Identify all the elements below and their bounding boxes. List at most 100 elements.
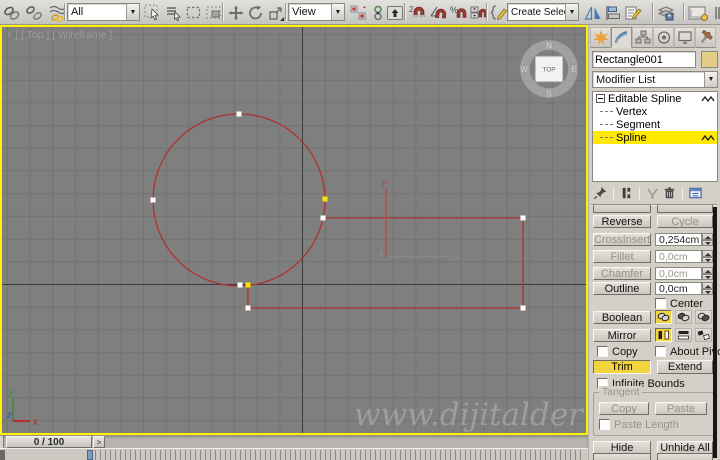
tab-motion[interactable]: [653, 27, 674, 48]
tab-modify[interactable]: [611, 27, 632, 48]
clipped-button[interactable]: [657, 205, 713, 213]
crossinsert-button[interactable]: CrossInsert: [593, 233, 651, 246]
mirror-button[interactable]: Mirror: [593, 329, 651, 342]
boolean-union-toggle[interactable]: [655, 310, 672, 324]
window-crossing-icon[interactable]: [204, 3, 223, 22]
spinner-down-button[interactable]: [702, 273, 713, 280]
compass-w-label[interactable]: W: [520, 65, 528, 74]
make-unique-icon[interactable]: [644, 186, 661, 201]
outline-value-field[interactable]: 0,0cm: [655, 282, 702, 295]
tab-display[interactable]: [674, 27, 695, 48]
select-and-rotate-icon[interactable]: [246, 3, 265, 22]
object-color-swatch[interactable]: [701, 51, 718, 68]
rectangular-selection-region-icon[interactable]: [184, 3, 203, 22]
vertex-handle-selected[interactable]: [322, 196, 328, 202]
about-pivot-checkbox[interactable]: [655, 346, 666, 357]
show-end-result-icon[interactable]: [618, 186, 635, 201]
curve-editor-icon[interactable]: [687, 3, 711, 22]
vertex-handle[interactable]: [320, 215, 326, 221]
spinner-down-button[interactable]: [702, 288, 713, 295]
pin-stack-icon[interactable]: [592, 186, 609, 201]
viewcube[interactable]: N E S W TOP: [518, 38, 580, 100]
remove-modifier-icon[interactable]: [661, 186, 678, 201]
center-checkbox[interactable]: [655, 298, 666, 309]
unlink-selection-icon[interactable]: [24, 3, 43, 22]
selection-filter-dropdown[interactable]: All ▼: [67, 3, 140, 21]
select-and-move-icon[interactable]: [226, 3, 245, 22]
vertex-handle[interactable]: [520, 215, 526, 221]
angle-snap-icon[interactable]: [428, 3, 447, 22]
track-bar[interactable]: [0, 448, 588, 460]
reverse-button[interactable]: Reverse: [593, 215, 651, 228]
fillet-value-field[interactable]: 0,0cm: [655, 250, 702, 263]
vertex-handle[interactable]: [236, 111, 242, 117]
trim-button[interactable]: Trim: [593, 360, 651, 374]
edit-named-selection-sets-icon[interactable]: [489, 3, 508, 22]
mirror-both-toggle[interactable]: [695, 328, 712, 342]
time-slider-next-button[interactable]: >: [93, 436, 105, 448]
clipped-button[interactable]: [593, 453, 651, 460]
cycle-button[interactable]: Cycle: [657, 215, 713, 228]
viewport-label[interactable]: + ] [ Top ] [ Wireframe ]: [6, 29, 112, 41]
spinner-snap-icon[interactable]: [468, 3, 487, 22]
crossinsert-value-field[interactable]: 0,254cm: [655, 233, 702, 246]
compass-s-label[interactable]: S: [546, 90, 551, 99]
clipped-toolbar-icon[interactable]: [713, 3, 720, 22]
clipped-button[interactable]: [593, 205, 651, 213]
extend-button[interactable]: Extend: [657, 360, 713, 374]
mirror-horizontal-toggle[interactable]: [655, 328, 672, 342]
reference-coordinate-system-dropdown[interactable]: View ▼: [288, 3, 345, 21]
named-selection-sets-dropdown[interactable]: Create Selection Se ▼: [507, 3, 579, 21]
boolean-subtraction-toggle[interactable]: [675, 310, 692, 324]
modifier-list-dropdown[interactable]: Modifier List ▼: [592, 71, 718, 88]
time-slider[interactable]: 0 / 100 >: [0, 435, 588, 448]
compass-e-label[interactable]: E: [571, 65, 576, 74]
configure-modifier-sets-icon[interactable]: [687, 186, 704, 201]
stack-row-editable-spline[interactable]: Editable Spline: [593, 92, 717, 105]
tab-hierarchy[interactable]: [632, 27, 653, 48]
mirror-copy-checkbox[interactable]: [597, 346, 608, 357]
schematic-view-icon[interactable]: [623, 3, 642, 22]
boolean-button[interactable]: Boolean: [593, 311, 651, 324]
stack-row-segment[interactable]: Segment: [593, 118, 717, 131]
time-slider-handle[interactable]: 0 / 100: [6, 436, 92, 448]
vertex-handle-selected[interactable]: [245, 282, 251, 288]
stack-row-vertex[interactable]: Vertex: [593, 105, 717, 118]
current-frame-marker[interactable]: [87, 450, 93, 460]
clipped-button[interactable]: [657, 453, 713, 460]
boolean-intersection-toggle[interactable]: [695, 310, 712, 324]
select-and-link-icon[interactable]: [2, 3, 21, 22]
tangent-copy-button[interactable]: Copy: [599, 402, 649, 415]
mirror-vertical-toggle[interactable]: [675, 328, 692, 342]
chamfer-button[interactable]: Chamfer: [593, 267, 651, 280]
snap-toggle-2d-icon[interactable]: 2: [407, 3, 426, 22]
vertex-handle[interactable]: [245, 305, 251, 311]
spinner-down-button[interactable]: [702, 239, 713, 246]
fillet-button[interactable]: Fillet: [593, 250, 651, 263]
vertex-handle[interactable]: [520, 305, 526, 311]
select-by-name-icon[interactable]: [164, 3, 183, 22]
spinner-down-button[interactable]: [702, 256, 713, 263]
viewport-top[interactable]: www.dijitalder y x z y x z +] [Top] […: [0, 25, 588, 435]
circle-spline[interactable]: [152, 113, 326, 287]
align-icon[interactable]: [603, 3, 622, 22]
paste-length-checkbox[interactable]: [599, 419, 610, 430]
tab-utilities[interactable]: [695, 27, 716, 48]
outline-button[interactable]: Outline: [593, 282, 651, 295]
time-slider-prev-button[interactable]: [0, 436, 4, 448]
mirror-icon[interactable]: [583, 3, 602, 22]
tab-create[interactable]: [590, 27, 611, 48]
compass-n-label[interactable]: N: [546, 42, 552, 51]
stack-row-spline-selected[interactable]: Spline: [593, 131, 717, 144]
percent-snap-icon[interactable]: %: [449, 3, 468, 22]
panel-scrollbar[interactable]: [713, 207, 717, 458]
chamfer-value-field[interactable]: 0,0cm: [655, 267, 702, 280]
keyboard-shortcut-override-icon[interactable]: [385, 3, 404, 22]
vertex-handle[interactable]: [237, 282, 243, 288]
stack-expand-toggle[interactable]: [596, 94, 605, 103]
vertex-handle[interactable]: [150, 197, 156, 203]
use-pivot-point-center-icon[interactable]: [348, 3, 367, 22]
layer-manager-icon[interactable]: [656, 3, 675, 22]
tangent-paste-button[interactable]: Paste: [655, 402, 707, 415]
select-and-scale-icon[interactable]: [266, 3, 285, 22]
